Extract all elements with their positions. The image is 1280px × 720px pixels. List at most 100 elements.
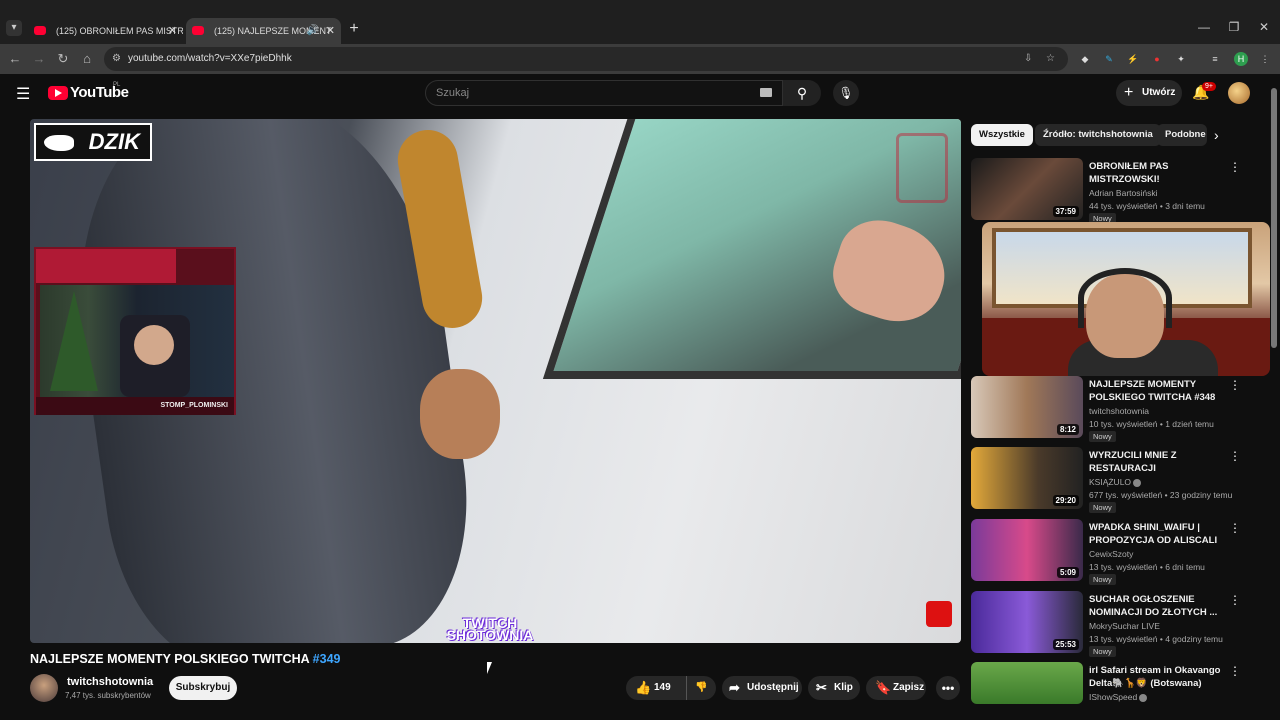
hashtag-link[interactable]: #349 bbox=[313, 652, 341, 666]
reading-list-icon[interactable]: ≡ bbox=[1208, 52, 1222, 66]
recommendation-channel[interactable]: CewixSzoty bbox=[1089, 549, 1133, 559]
close-icon[interactable]: ✕ bbox=[326, 18, 335, 44]
scissors-icon: ✂ bbox=[816, 680, 827, 695]
window-close-icon[interactable]: ✕ bbox=[1256, 20, 1272, 34]
keyboard-icon[interactable] bbox=[760, 88, 772, 97]
recommendation-channel[interactable]: Adrian Bartosiński bbox=[1089, 188, 1158, 198]
chevron-right-icon[interactable]: › bbox=[1214, 124, 1219, 146]
recommendation-channel[interactable]: MokrySuchar LIVE bbox=[1089, 621, 1160, 631]
channel-watermark-icon[interactable] bbox=[926, 601, 952, 627]
youtube-header: ☰ YouTube PL ⚲ 🎙 + Utwórz 🔔 9+ bbox=[0, 74, 1280, 112]
profile-avatar[interactable]: H bbox=[1234, 52, 1248, 66]
account-avatar[interactable] bbox=[1228, 82, 1250, 104]
list-item[interactable]: 8:12 NAJLEPSZE MOMENTY POLSKIEGO TWITCHA… bbox=[971, 376, 1261, 442]
search-input[interactable] bbox=[436, 81, 736, 105]
duration-badge: 29:20 bbox=[1052, 495, 1079, 506]
new-tab-button[interactable]: + bbox=[346, 20, 362, 38]
share-label: Udostępnij bbox=[747, 682, 799, 693]
close-icon[interactable]: ✕ bbox=[168, 18, 177, 44]
recommendation-title[interactable]: NAJLEPSZE MOMENTY POLSKIEGO TWITCHA #348 bbox=[1089, 378, 1223, 404]
more-actions-button[interactable]: ••• bbox=[936, 676, 960, 700]
create-button[interactable]: + Utwórz bbox=[1116, 80, 1182, 106]
more-options-icon[interactable]: ⋮ bbox=[1229, 593, 1241, 607]
extension-icon[interactable]: ● bbox=[1150, 52, 1164, 66]
list-item[interactable]: irl Safari stream in Okavango Delta🐘🦒🦁 (… bbox=[971, 662, 1261, 704]
share-button[interactable]: ➦ Udostępnij bbox=[722, 676, 802, 700]
video-thumbnail[interactable]: 29:20 bbox=[971, 447, 1083, 509]
channel-name-text: IShowSpeed bbox=[1089, 692, 1138, 702]
more-options-icon[interactable]: ⋮ bbox=[1229, 449, 1241, 463]
address-bar[interactable]: ⚙ youtube.com/watch?v=XXe7pieDhhk ⇩ ☆ bbox=[104, 47, 1068, 71]
tab-search-button[interactable]: ▾ bbox=[6, 20, 22, 36]
microphone-icon[interactable]: 🎙 bbox=[833, 80, 859, 106]
twitch-shotownia-watermark: TWITCH SHOTOWNIA bbox=[446, 615, 534, 643]
restore-icon[interactable]: ❐ bbox=[1226, 20, 1242, 34]
channel-name[interactable]: twitchshotownia bbox=[67, 676, 153, 688]
speaker-icon[interactable]: 🔊 bbox=[307, 18, 319, 44]
recommendation-meta: 44 tys. wyświetleń • 3 dni temu bbox=[1089, 201, 1205, 211]
video-thumbnail[interactable]: 5:09 bbox=[971, 519, 1083, 581]
chip-similar[interactable]: Podobne bbox=[1157, 124, 1207, 146]
extension-icon[interactable]: ◆ bbox=[1078, 52, 1092, 66]
christmas-tree bbox=[50, 291, 98, 391]
list-item[interactable]: 37:59 OBRONIŁEM PAS MISTRZOWSKI! Adrian … bbox=[971, 158, 1261, 224]
subscriber-count: 7,47 tys. subskrybentów bbox=[65, 691, 151, 700]
boar-icon bbox=[44, 135, 74, 151]
video-thumbnail[interactable]: 25:53 bbox=[971, 591, 1083, 653]
clip-button[interactable]: ✂ Klip bbox=[808, 676, 860, 700]
recommendation-title[interactable]: WPADKA SHINI_WAIFU | PROPOZYCJA OD ALISC… bbox=[1089, 521, 1223, 548]
scrollbar-thumb[interactable] bbox=[1271, 88, 1277, 348]
channel-avatar[interactable] bbox=[30, 674, 58, 702]
list-item[interactable]: 5:09 WPADKA SHINI_WAIFU | PROPOZYCJA OD … bbox=[971, 519, 1261, 585]
video-thumbnail[interactable] bbox=[971, 662, 1083, 704]
video-player[interactable]: DZIK STOMP_PLOMINSKI TWITCH SHOTOWNIA bbox=[30, 119, 961, 643]
minimize-icon[interactable]: — bbox=[1196, 20, 1212, 34]
duration-badge: 37:59 bbox=[1052, 206, 1079, 217]
list-item[interactable]: 29:20 WYRZUCILI MNIE Z RESTAURACJI KSIĄŻ… bbox=[971, 447, 1261, 513]
more-options-icon[interactable]: ⋮ bbox=[1229, 664, 1241, 678]
recommendation-title[interactable]: irl Safari stream in Okavango Delta🐘🦒🦁 (… bbox=[1089, 664, 1223, 690]
video-thumbnail[interactable]: 37:59 bbox=[971, 158, 1083, 220]
extensions-puzzle-icon[interactable]: ✦ bbox=[1174, 52, 1188, 66]
recommendation-meta: 13 tys. wyświetleń • 4 godziny temu bbox=[1089, 634, 1223, 644]
bookmark-star-icon[interactable]: ☆ bbox=[1046, 53, 1055, 64]
browser-tab-2[interactable]: (125) NAJLEPSZE MOMENT 🔊 ✕ bbox=[186, 18, 341, 44]
thumbs-up-icon: 👍 bbox=[635, 680, 652, 695]
video-title-text: NAJLEPSZE MOMENTY POLSKIEGO TWITCHA bbox=[30, 652, 310, 666]
subscribe-button[interactable]: Subskrybuj bbox=[169, 676, 237, 700]
browser-menu-icon[interactable]: ⋮ bbox=[1258, 52, 1272, 66]
back-icon[interactable]: ← bbox=[6, 50, 24, 68]
recommendation-channel[interactable]: KSIĄŻULO bbox=[1089, 477, 1142, 487]
home-icon[interactable]: ⌂ bbox=[78, 50, 96, 68]
recommendation-title[interactable]: OBRONIŁEM PAS MISTRZOWSKI! bbox=[1089, 160, 1223, 186]
video-thumbnail[interactable]: 8:12 bbox=[971, 376, 1083, 438]
chip-all[interactable]: Wszystkie bbox=[971, 124, 1033, 146]
reload-icon[interactable]: ↻ bbox=[54, 50, 72, 68]
newspaper-overlay-icon bbox=[896, 133, 948, 203]
youtube-logo-icon[interactable] bbox=[48, 86, 68, 100]
search-button[interactable]: ⚲ bbox=[783, 80, 821, 106]
install-icon[interactable]: ⇩ bbox=[1024, 53, 1032, 64]
save-button[interactable]: 🔖 Zapisz bbox=[866, 676, 926, 700]
menu-icon[interactable]: ☰ bbox=[16, 84, 30, 104]
video-frame-face bbox=[420, 369, 500, 459]
extension-icon[interactable]: ✎ bbox=[1102, 52, 1116, 66]
extension-icon[interactable]: ⚡ bbox=[1126, 52, 1140, 66]
webcam-video bbox=[40, 285, 234, 397]
recommendation-channel[interactable]: IShowSpeed bbox=[1089, 692, 1148, 702]
browser-tab-1[interactable]: (125) OBRONIŁEM PAS MISTRZ ✕ bbox=[28, 18, 183, 44]
dislike-button[interactable]: 👎 bbox=[686, 676, 716, 700]
site-info-icon[interactable]: ⚙ bbox=[112, 53, 121, 64]
list-item[interactable]: 25:53 SUCHAR OGŁOSZENIE NOMINACJI DO ZŁO… bbox=[971, 591, 1261, 657]
more-options-icon[interactable]: ⋮ bbox=[1229, 521, 1241, 535]
like-button[interactable]: 👍 149 bbox=[626, 676, 686, 700]
chip-source[interactable]: Źródło: twitchshotownia bbox=[1035, 124, 1161, 146]
recommendation-channel[interactable]: twitchshotownia bbox=[1089, 406, 1149, 416]
region-code: PL bbox=[113, 82, 121, 88]
recommendation-meta: 13 tys. wyświetleń • 6 dni temu bbox=[1089, 562, 1205, 572]
more-options-icon[interactable]: ⋮ bbox=[1229, 378, 1241, 392]
recommendation-title[interactable]: WYRZUCILI MNIE Z RESTAURACJI bbox=[1089, 449, 1223, 475]
forward-icon[interactable]: → bbox=[30, 50, 48, 68]
more-options-icon[interactable]: ⋮ bbox=[1229, 160, 1241, 174]
recommendation-title[interactable]: SUCHAR OGŁOSZENIE NOMINACJI DO ZŁOTYCH .… bbox=[1089, 593, 1223, 619]
